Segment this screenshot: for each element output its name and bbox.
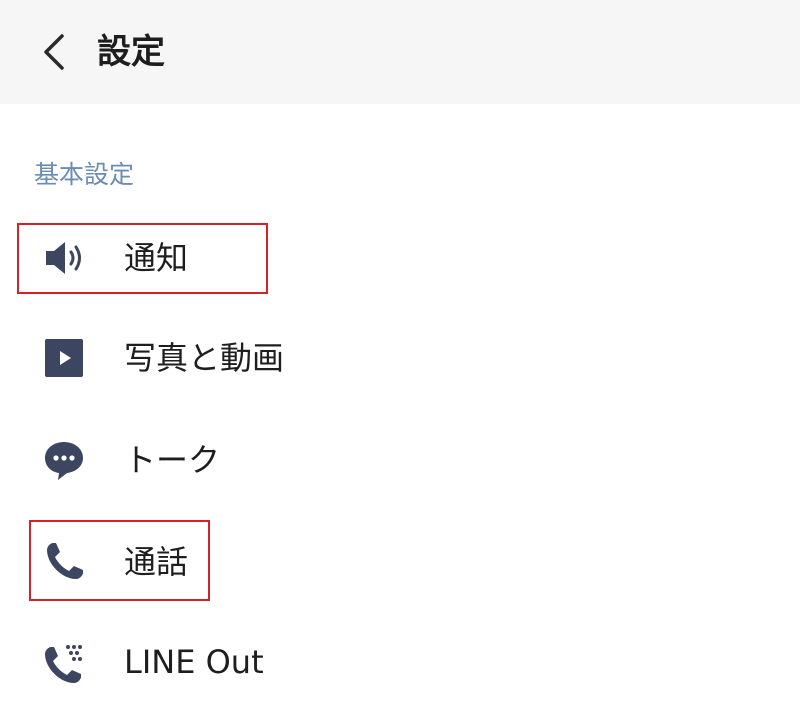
- settings-item-line-out[interactable]: LINE Out: [0, 614, 800, 710]
- app-header: 設定: [0, 0, 800, 104]
- settings-item-photos-videos[interactable]: 写真と動画: [0, 310, 800, 406]
- chat-bubble-icon: [40, 436, 88, 484]
- settings-item-label: 通知: [124, 239, 189, 277]
- settings-item-calls[interactable]: 通話: [0, 514, 800, 610]
- section-title-basic-settings: 基本設定: [34, 160, 135, 189]
- phone-dialpad-icon: [40, 638, 88, 686]
- settings-item-label: LINE Out: [124, 643, 264, 681]
- play-icon: [40, 334, 88, 382]
- back-button[interactable]: [32, 24, 76, 80]
- speaker-icon: [40, 234, 88, 282]
- phone-icon: [40, 538, 88, 586]
- chevron-left-icon: [44, 34, 64, 70]
- settings-item-label: 通話: [124, 543, 189, 581]
- settings-item-chats[interactable]: トーク: [0, 412, 800, 508]
- settings-item-label: トーク: [124, 441, 221, 479]
- settings-item-label: 写真と動画: [124, 339, 285, 377]
- page-title: 設定: [97, 32, 165, 72]
- settings-item-notifications[interactable]: 通知: [0, 210, 800, 306]
